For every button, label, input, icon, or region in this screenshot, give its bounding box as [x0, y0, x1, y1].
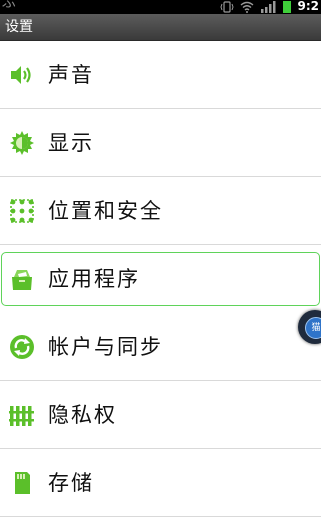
settings-item-sound[interactable]: 声音: [0, 41, 321, 109]
settings-item-label: 声音: [48, 62, 94, 87]
settings-item-applications[interactable]: 应用程序: [1, 252, 320, 306]
title-bar: 设置: [0, 14, 321, 41]
settings-item-label: 应用程序: [48, 267, 140, 291]
settings-list: 声音 显示 位置和安全 应用程序 帐户与同步 隐私权 存储: [0, 41, 321, 517]
settings-item-privacy[interactable]: 隐私权: [0, 381, 321, 449]
page-title: 设置: [5, 19, 33, 35]
settings-item-accounts-sync[interactable]: 帐户与同步: [0, 313, 321, 381]
settings-item-location-security[interactable]: 位置和安全: [0, 177, 321, 245]
settings-item-label: 位置和安全: [48, 198, 163, 223]
privacy-fence-icon: [9, 402, 35, 428]
status-icons: 9:2: [219, 0, 320, 14]
settings-item-label: 帐户与同步: [48, 334, 163, 359]
settings-item-storage[interactable]: 存储: [0, 449, 321, 517]
location-grid-icon: [9, 198, 35, 224]
vibrate-icon: [219, 1, 234, 13]
apps-box-icon: [9, 266, 35, 292]
clock: 9:2: [297, 0, 320, 13]
wifi-icon: [240, 1, 253, 13]
settings-item-label: 存储: [48, 470, 94, 495]
settings-item-label: 隐私权: [48, 402, 117, 427]
signal-icon: [260, 1, 275, 13]
floating-button-label: 猫: [305, 317, 321, 339]
battery-icon: [282, 1, 291, 13]
brightness-icon: [9, 130, 35, 156]
speaker-icon: [9, 62, 35, 88]
notification-icon: ぶ: [2, 0, 16, 11]
sync-icon: [9, 334, 35, 360]
settings-item-display[interactable]: 显示: [0, 109, 321, 177]
sdcard-icon: [9, 470, 35, 496]
status-bar: ぶ 9:2: [0, 0, 321, 14]
settings-item-label: 显示: [48, 130, 94, 155]
